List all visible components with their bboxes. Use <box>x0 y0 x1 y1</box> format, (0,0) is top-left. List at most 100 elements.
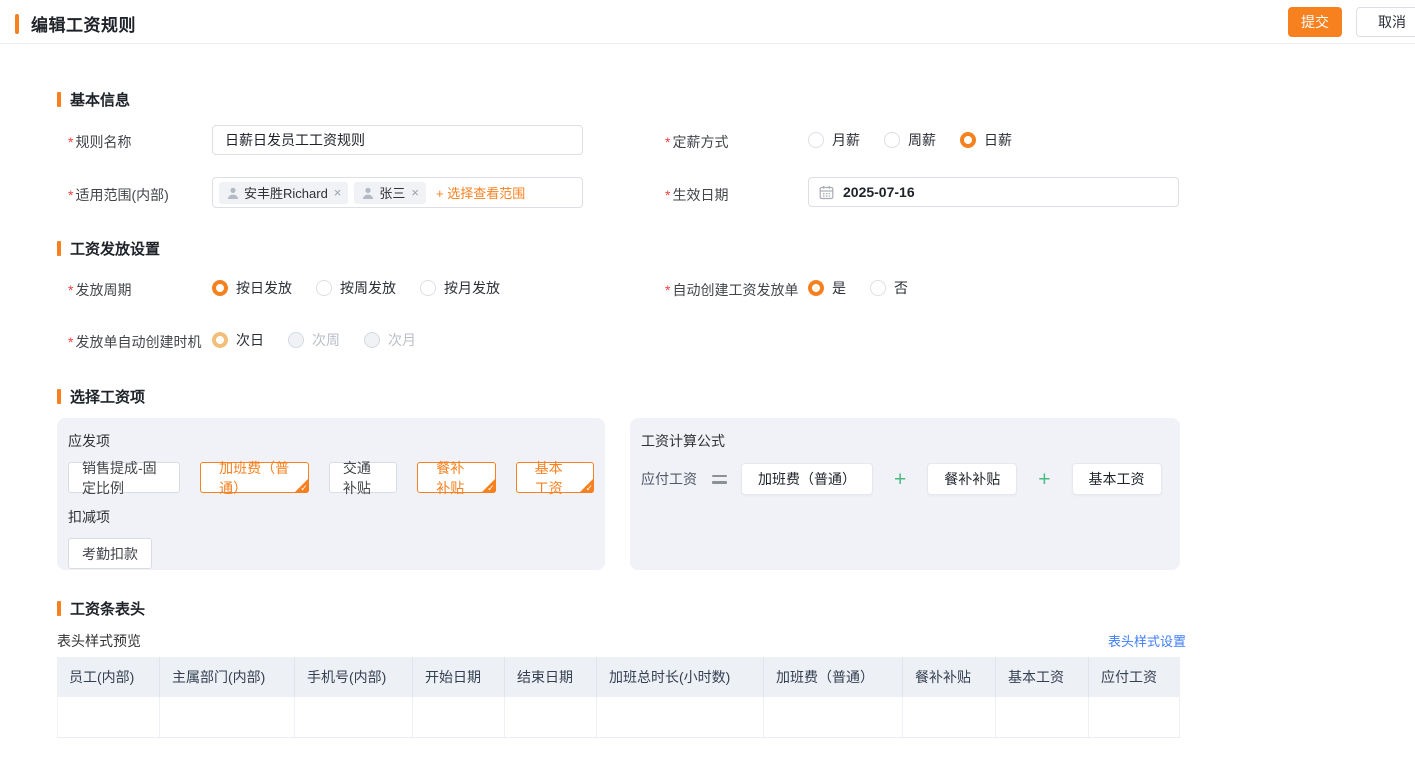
page-title-wrap: 编辑工资规则 <box>15 11 136 36</box>
auto-create-radio-group: 是 否 <box>808 273 908 303</box>
required-asterisk: * <box>665 134 670 150</box>
cycle-label: * 发放周期 <box>68 280 131 300</box>
radio-yes[interactable]: 是 <box>808 278 846 298</box>
radio-disabled-icon <box>364 332 380 348</box>
section-salary-items: 选择工资项 <box>57 386 145 407</box>
member-name: 安丰胜Richard <box>244 183 328 202</box>
table-cell <box>764 697 903 737</box>
radio-checked-icon <box>808 280 824 296</box>
title-accent-bar <box>15 14 19 34</box>
payable-items-label: 应发项 <box>68 431 594 451</box>
required-asterisk: * <box>68 282 73 298</box>
formula-term-base[interactable]: 基本工资 <box>1072 463 1162 495</box>
payable-tags-row: 销售提成-固定比例 加班费（普通）✓ 交通补贴 餐补补贴✓ 基本工资✓ <box>68 462 594 493</box>
top-bar: 编辑工资规则 提交 取消 <box>0 0 1415 44</box>
table-cell <box>597 697 764 737</box>
pay-method-label: * 定薪方式 <box>665 132 728 152</box>
radio-weekly-salary[interactable]: 周薪 <box>884 130 936 150</box>
radio-checked-icon <box>212 280 228 296</box>
column-header: 主属部门(内部) <box>160 657 295 697</box>
column-header: 餐补补贴 <box>903 657 996 697</box>
tag-transport-allowance[interactable]: 交通补贴 <box>329 462 397 493</box>
radio-next-month-disabled: 次月 <box>364 330 416 350</box>
payslip-preview-table: 员工(内部) 主属部门(内部) 手机号(内部) 开始日期 结束日期 加班总时长(… <box>57 657 1180 738</box>
table-cell <box>505 697 597 737</box>
member-name: 张三 <box>379 183 405 202</box>
required-asterisk: * <box>68 187 73 203</box>
radio-icon <box>884 132 900 148</box>
radio-icon <box>808 132 824 148</box>
formula-panel: 工资计算公式 应付工资 加班费（普通） + 餐补补贴 + 基本工资 <box>630 418 1180 570</box>
person-icon <box>361 186 375 200</box>
column-header: 结束日期 <box>505 657 597 697</box>
section-marker <box>57 241 61 256</box>
tag-overtime-pay-selected[interactable]: 加班费（普通）✓ <box>200 462 309 493</box>
cycle-radio-group: 按日发放 按周发放 按月发放 <box>212 273 500 303</box>
section-basic-info: 基本信息 <box>57 89 130 110</box>
rule-name-input[interactable] <box>212 125 583 155</box>
effective-date-label: * 生效日期 <box>665 185 728 205</box>
auto-create-label: * 自动创建工资发放单 <box>665 280 798 300</box>
column-header: 开始日期 <box>413 657 505 697</box>
radio-checked-icon <box>960 132 976 148</box>
member-tag: 安丰胜Richard × <box>219 182 348 204</box>
create-timing-label: * 发放单自动创建时机 <box>68 332 201 352</box>
required-asterisk: * <box>665 187 670 203</box>
formula-term-meal[interactable]: 餐补补贴 <box>927 463 1017 495</box>
salary-items-panel: 应发项 销售提成-固定比例 加班费（普通）✓ 交通补贴 餐补补贴✓ 基本工资✓ … <box>57 418 605 570</box>
required-asterisk: * <box>68 334 73 350</box>
table-cell <box>996 697 1089 737</box>
scope-label: * 适用范围(内部) <box>68 185 169 205</box>
date-value: 2025-07-16 <box>843 184 915 200</box>
table-cell <box>57 697 160 737</box>
radio-no[interactable]: 否 <box>870 278 908 298</box>
table-cell <box>295 697 413 737</box>
column-header: 加班总时长(小时数) <box>597 657 764 697</box>
header-preview-label: 表头样式预览 <box>57 631 141 651</box>
deduction-tags-row: 考勤扣款 <box>68 538 594 569</box>
plus-icon: + <box>1038 469 1050 490</box>
radio-icon <box>420 280 436 296</box>
radio-pay-daily[interactable]: 按日发放 <box>212 278 292 298</box>
page-title: 编辑工资规则 <box>31 11 136 36</box>
radio-icon <box>316 280 332 296</box>
member-tag: 张三 × <box>354 182 426 204</box>
formula-result-label: 应付工资 <box>641 469 697 489</box>
section-marker <box>57 389 61 404</box>
column-header: 手机号(内部) <box>295 657 413 697</box>
edit-salary-rule-page: 编辑工资规则 提交 取消 基本信息 * 规则名称 * 定薪方式 月薪 周薪 日薪 <box>0 0 1415 778</box>
table-empty-row <box>57 697 1180 738</box>
tag-sales-commission[interactable]: 销售提成-固定比例 <box>68 462 180 493</box>
radio-pay-monthly[interactable]: 按月发放 <box>420 278 500 298</box>
radio-pay-weekly[interactable]: 按周发放 <box>316 278 396 298</box>
cancel-button[interactable]: 取消 <box>1356 7 1415 37</box>
tag-attendance-deduction[interactable]: 考勤扣款 <box>68 538 152 569</box>
table-cell <box>160 697 295 737</box>
radio-daily-salary[interactable]: 日薪 <box>960 130 1012 150</box>
effective-date-input[interactable]: 2025-07-16 <box>808 177 1179 207</box>
section-marker <box>57 92 61 107</box>
column-header: 应付工资 <box>1089 657 1180 697</box>
section-payslip-header: 工资条表头 <box>57 598 145 619</box>
check-icon: ✓ <box>300 483 308 494</box>
formula-row: 应付工资 加班费（普通） + 餐补补贴 + 基本工资 <box>641 463 1169 495</box>
column-header: 员工(内部) <box>57 657 160 697</box>
formula-term-overtime[interactable]: 加班费（普通） <box>741 463 873 495</box>
tag-meal-allowance-selected[interactable]: 餐补补贴✓ <box>417 462 495 493</box>
table-cell <box>903 697 996 737</box>
table-header-row: 员工(内部) 主属部门(内部) 手机号(内部) 开始日期 结束日期 加班总时长(… <box>57 657 1180 697</box>
select-scope-link[interactable]: + 选择查看范围 <box>436 183 525 202</box>
deduction-items-label: 扣减项 <box>68 507 594 527</box>
person-icon <box>226 186 240 200</box>
header-style-settings-link[interactable]: 表头样式设置 <box>1108 631 1180 650</box>
required-asterisk: * <box>665 282 670 298</box>
scope-select-box[interactable]: 安丰胜Richard × 张三 × + 选择查看范围 <box>212 177 583 208</box>
remove-member-icon[interactable]: × <box>411 186 419 199</box>
radio-monthly-salary[interactable]: 月薪 <box>808 130 860 150</box>
column-header: 加班费（普通） <box>764 657 903 697</box>
tag-base-salary-selected[interactable]: 基本工资✓ <box>516 462 594 493</box>
submit-button[interactable]: 提交 <box>1288 7 1342 37</box>
radio-icon <box>870 280 886 296</box>
radio-next-day-disabled: 次日 <box>212 330 264 350</box>
remove-member-icon[interactable]: × <box>334 186 342 199</box>
